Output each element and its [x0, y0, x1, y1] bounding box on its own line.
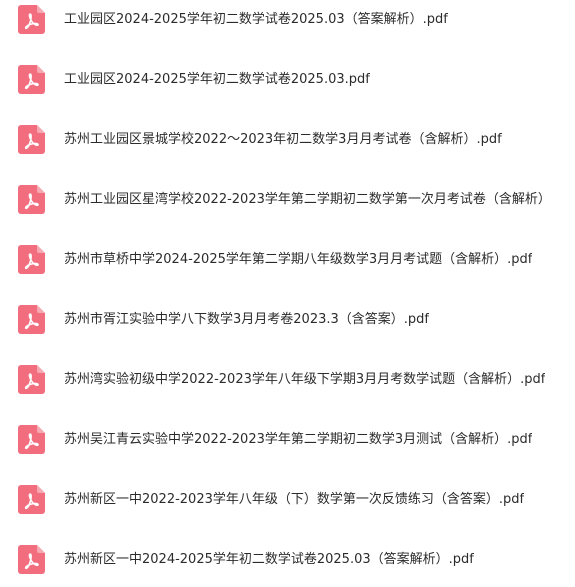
pdf-icon: [18, 545, 45, 574]
file-row[interactable]: 工业园区2024-2025学年初二数学试卷2025.03.pdf: [0, 62, 575, 98]
file-name[interactable]: 工业园区2024-2025学年初二数学试卷2025.03.pdf: [64, 62, 370, 98]
pdf-icon: [18, 65, 45, 94]
pdf-icon: [18, 425, 45, 454]
file-row[interactable]: 苏州新区一中2022-2023学年八年级（下）数学第一次反馈练习（含答案）.pd…: [0, 482, 575, 518]
file-name[interactable]: 苏州吴江青云实验中学2022-2023学年第二学期初二数学3月测试（含解析）.p…: [64, 422, 532, 458]
pdf-icon: [18, 485, 45, 514]
file-name[interactable]: 苏州新区一中2024-2025学年初二数学试卷2025.03（答案解析）.pdf: [64, 542, 474, 578]
pdf-icon: [18, 245, 45, 274]
file-row[interactable]: 苏州新区一中2024-2025学年初二数学试卷2025.03（答案解析）.pdf: [0, 542, 575, 578]
file-row[interactable]: 苏州工业园区景城学校2022～2023年初二数学3月月考试卷（含解析）.pdf: [0, 122, 575, 158]
file-row[interactable]: 苏州市草桥中学2024-2025学年第二学期八年级数学3月月考试题（含解析）.p…: [0, 242, 575, 278]
pdf-icon: [18, 125, 45, 154]
file-row[interactable]: 工业园区2024-2025学年初二数学试卷2025.03（答案解析）.pdf: [0, 2, 575, 38]
file-list: 工业园区2024-2025学年初二数学试卷2025.03（答案解析）.pdf 工…: [0, 0, 575, 587]
pdf-icon: [18, 365, 45, 394]
file-name[interactable]: 苏州工业园区星湾学校2022-2023学年第二学期初二数学第一次月考试卷（含解析…: [64, 182, 551, 218]
file-name[interactable]: 工业园区2024-2025学年初二数学试卷2025.03（答案解析）.pdf: [64, 2, 448, 38]
file-row[interactable]: 苏州吴江青云实验中学2022-2023学年第二学期初二数学3月测试（含解析）.p…: [0, 422, 575, 458]
file-name[interactable]: 苏州新区一中2022-2023学年八年级（下）数学第一次反馈练习（含答案）.pd…: [64, 482, 524, 518]
file-name[interactable]: 苏州市草桥中学2024-2025学年第二学期八年级数学3月月考试题（含解析）.p…: [64, 242, 532, 278]
pdf-icon: [18, 305, 45, 334]
file-name[interactable]: 苏州湾实验初级中学2022-2023学年八年级下学期3月月考数学试题（含解析）.…: [64, 362, 545, 398]
file-name[interactable]: 苏州工业园区景城学校2022～2023年初二数学3月月考试卷（含解析）.pdf: [64, 122, 502, 158]
file-row[interactable]: 苏州市胥江实验中学八下数学3月月考卷2023.3（含答案）.pdf: [0, 302, 575, 338]
file-row[interactable]: 苏州工业园区星湾学校2022-2023学年第二学期初二数学第一次月考试卷（含解析…: [0, 182, 575, 218]
file-row[interactable]: 苏州湾实验初级中学2022-2023学年八年级下学期3月月考数学试题（含解析）.…: [0, 362, 575, 398]
pdf-icon: [18, 5, 45, 34]
file-name[interactable]: 苏州市胥江实验中学八下数学3月月考卷2023.3（含答案）.pdf: [64, 302, 429, 338]
pdf-icon: [18, 185, 45, 214]
